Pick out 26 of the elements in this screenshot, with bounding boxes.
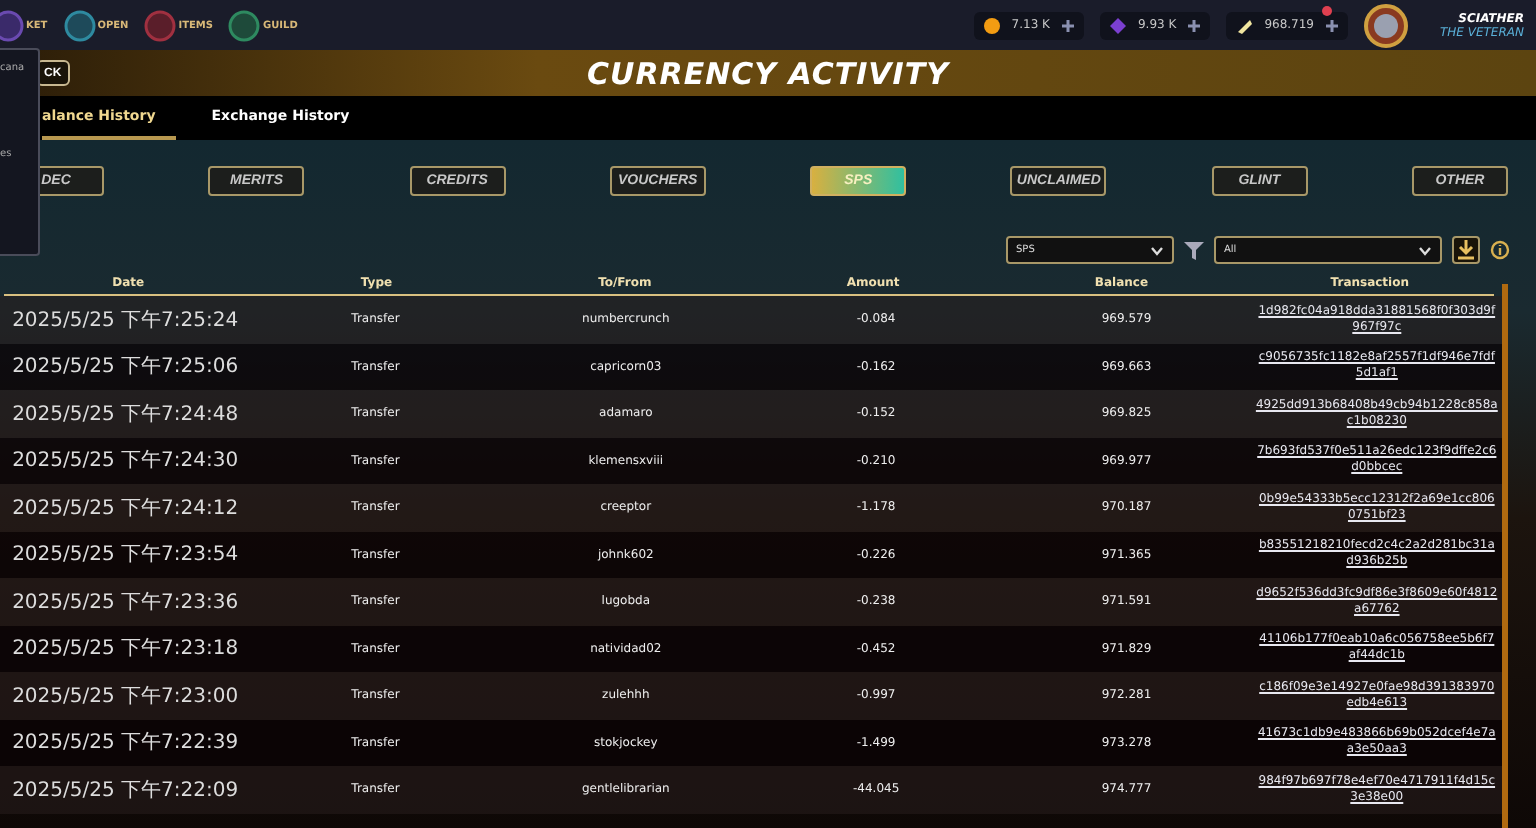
- download-icon: [1456, 240, 1476, 260]
- plus-icon: [1186, 17, 1203, 33]
- download-button[interactable]: [1452, 236, 1480, 264]
- chevron-icon: [1150, 245, 1164, 255]
- table-cell: 2025/5/25 下午7:22:09: [12, 779, 239, 802]
- table-cell: 2025/5/25 下午7:23:36: [12, 591, 239, 614]
- info-icon: [1490, 240, 1510, 260]
- table-cell: 2025/5/25 下午7:25:06: [12, 356, 239, 379]
- chevron-icon: [1418, 245, 1432, 255]
- table-cell: 2025/5/25 下午7:24:30: [12, 450, 239, 473]
- ring-icon: [63, 9, 96, 41]
- plus-icon: [1324, 17, 1340, 33]
- table-cell: 2025/5/25 下午7:25:24: [12, 309, 239, 332]
- filter-icon: [1184, 240, 1204, 260]
- gem-icon: [1107, 15, 1128, 35]
- table-cell: 2025/5/25 下午7:22:39: [12, 732, 239, 755]
- table-cell: 2025/5/25 下午7:23:54: [12, 544, 239, 567]
- scrollbar[interactable]: [1502, 284, 1508, 828]
- plus-icon: [1059, 17, 1076, 33]
- avatar-badge-icon: [1364, 3, 1408, 47]
- table-cell: 2025/5/25 下午7:24:48: [12, 403, 239, 426]
- coin-icon: [981, 15, 1002, 35]
- page-title: CURRENCY ACTIVITY: [587, 55, 949, 91]
- table-cell: 2025/5/25 下午7:24:12: [12, 497, 239, 520]
- table-cell: 2025/5/25 下午7:23:18: [12, 638, 239, 661]
- table-cell: 2025/5/25 下午7:23:00: [12, 685, 239, 708]
